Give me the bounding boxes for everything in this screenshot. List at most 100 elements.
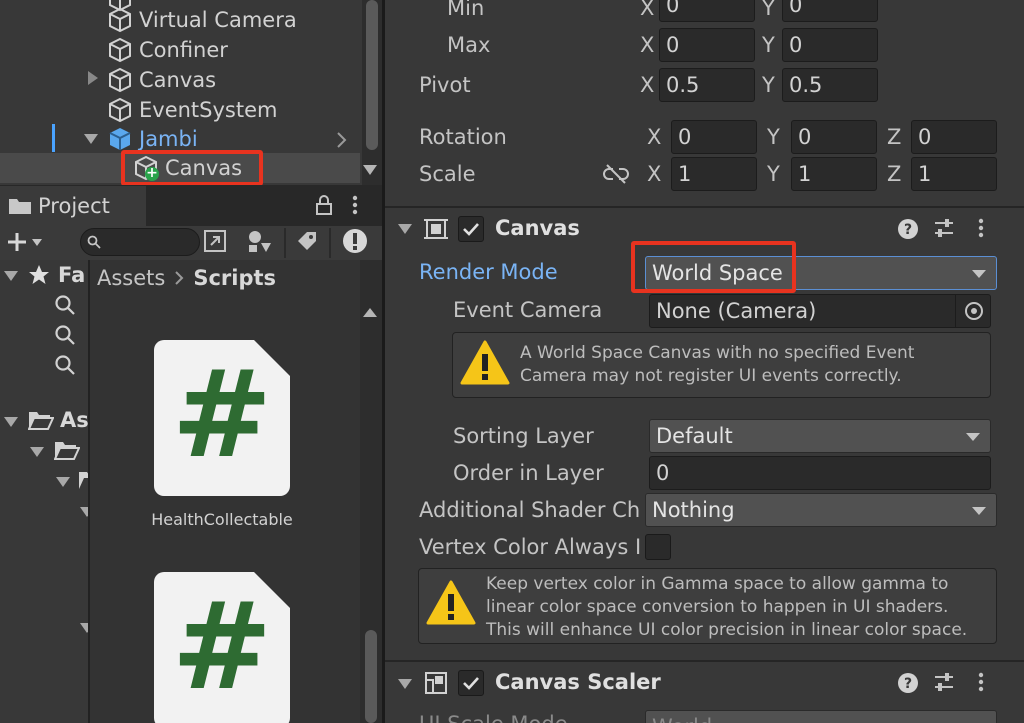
asset-item[interactable]: # HealthCollectable	[130, 338, 330, 538]
scroll-down-icon[interactable]	[363, 165, 377, 175]
open-window-icon[interactable]	[203, 229, 227, 253]
collapse-arrow-icon[interactable]	[30, 447, 44, 457]
svg-text:?: ?	[904, 676, 912, 692]
more-options-icon[interactable]	[350, 194, 360, 216]
event-camera-label: Event Camera	[453, 298, 603, 322]
toolbar-separator	[284, 228, 286, 258]
rotation-z-field[interactable]: 0	[911, 120, 997, 154]
breadcrumb-current[interactable]: Scripts	[193, 266, 276, 290]
canvas-scaler-title: Canvas Scaler	[495, 670, 661, 694]
project-scroll-thumb[interactable]	[365, 630, 377, 723]
filter-by-type-icon[interactable]	[247, 229, 273, 253]
rotation-x-field[interactable]: 0	[671, 120, 757, 154]
hierarchy-item-confiner[interactable]: Confiner	[107, 35, 228, 65]
script-glyph: #	[171, 346, 273, 485]
order-in-layer-field[interactable]: 0	[649, 456, 991, 490]
highlight-box-hierarchy-canvas	[121, 150, 263, 186]
filter-by-label-icon[interactable]	[296, 230, 318, 252]
assets-label[interactable]: As	[60, 408, 88, 432]
vertex-color-info-text: Keep vertex color in Gamma space to allo…	[486, 574, 968, 640]
hierarchy-item-eventsystem[interactable]: EventSystem	[107, 95, 277, 125]
expand-arrow-icon[interactable]	[88, 71, 98, 85]
breadcrumb-root[interactable]: Assets	[97, 266, 165, 290]
search-icon[interactable]	[54, 354, 76, 376]
warning-icon	[460, 340, 510, 385]
collapse-arrow-icon[interactable]	[80, 623, 88, 633]
axis-y-label[interactable]: Y	[762, 33, 775, 57]
asset-item[interactable]: #	[130, 570, 330, 723]
object-picker-icon[interactable]	[963, 300, 985, 322]
lock-icon[interactable]	[314, 194, 334, 216]
rotation-y-field[interactable]: 0	[791, 120, 877, 154]
folder-open-icon	[79, 472, 88, 489]
preset-sliders-icon[interactable]	[933, 671, 955, 693]
scale-label: Scale	[419, 162, 476, 186]
hierarchy-item-virtual-camera[interactable]: Virtual Camera	[107, 5, 297, 35]
favorites-label[interactable]: Fa	[58, 263, 85, 287]
collapse-arrow-icon[interactable]	[398, 679, 412, 689]
help-icon[interactable]: ?	[897, 218, 919, 240]
collapse-arrow-icon[interactable]	[398, 224, 412, 234]
scale-y-field[interactable]: 1	[791, 157, 877, 191]
create-button[interactable]	[6, 228, 54, 256]
axis-x-label[interactable]: X	[647, 162, 661, 186]
axis-y-label[interactable]: Y	[762, 73, 775, 97]
search-icon[interactable]	[54, 294, 76, 316]
axis-x-label[interactable]: X	[647, 125, 661, 149]
highlight-box-render-mode	[631, 241, 796, 293]
anchor-min-x-field[interactable]: 0	[659, 0, 755, 22]
search-icon	[87, 235, 101, 249]
gameobject-icon	[109, 67, 131, 93]
axis-x-label[interactable]: X	[640, 0, 654, 20]
more-options-icon[interactable]	[976, 217, 986, 239]
axis-y-label[interactable]: Y	[767, 162, 780, 186]
canvas-scaler-icon	[425, 672, 447, 694]
more-options-icon[interactable]	[976, 671, 986, 693]
constrain-proportions-icon[interactable]	[603, 163, 629, 185]
sorting-layer-dropdown[interactable]: Default	[649, 419, 991, 453]
ui-scale-mode-dropdown[interactable]: World	[645, 710, 997, 723]
preset-sliders-icon[interactable]	[933, 217, 955, 239]
hierarchy-scroll-thumb[interactable]	[366, 0, 378, 150]
hierarchy-item-canvas[interactable]: Canvas	[107, 65, 216, 95]
anchor-max-x-field[interactable]: 0	[659, 28, 755, 62]
anchor-min-y-field[interactable]: 0	[782, 0, 878, 22]
prefab-indicator-bar	[52, 124, 55, 152]
axis-y-label[interactable]: Y	[762, 0, 775, 20]
canvas-scaler-enabled-checkbox[interactable]	[458, 670, 484, 696]
vertex-color-checkbox[interactable]	[645, 534, 671, 560]
axis-x-label[interactable]: X	[640, 73, 654, 97]
axis-z-label[interactable]: Z	[887, 162, 901, 186]
collapse-arrow-icon[interactable]	[56, 477, 70, 487]
project-search-input[interactable]	[80, 228, 200, 256]
collapse-arrow-icon[interactable]	[84, 134, 98, 144]
scroll-up-icon[interactable]	[363, 308, 377, 317]
scale-z-field[interactable]: 1	[911, 157, 997, 191]
collapse-arrow-icon[interactable]	[4, 417, 18, 427]
collapse-arrow-icon[interactable]	[4, 271, 18, 281]
anchor-max-y-field[interactable]: 0	[782, 28, 878, 62]
canvas-component-icon	[424, 219, 448, 239]
search-icon[interactable]	[54, 324, 76, 346]
breadcrumb: Assets Scripts	[97, 266, 276, 290]
axis-z-label[interactable]: Z	[887, 125, 901, 149]
axis-y-label[interactable]: Y	[767, 125, 780, 149]
hierarchy-item-label: Canvas	[139, 68, 217, 92]
warning-icon	[426, 580, 476, 625]
chevron-right-icon[interactable]	[335, 130, 349, 150]
warning-filter-icon[interactable]	[342, 228, 368, 254]
shader-channels-value: Nothing	[652, 498, 735, 522]
folder-icon	[9, 199, 31, 214]
canvas-enabled-checkbox[interactable]	[458, 216, 484, 242]
shader-channels-dropdown[interactable]: Nothing	[645, 493, 997, 527]
pivot-x-field[interactable]: 0.5	[659, 68, 755, 102]
pivot-y-field[interactable]: 0.5	[782, 68, 878, 102]
project-tab[interactable]: Project	[0, 186, 146, 226]
scale-x-field[interactable]: 1	[671, 157, 757, 191]
axis-x-label[interactable]: X	[640, 33, 654, 57]
collapse-arrow-icon[interactable]	[80, 507, 88, 517]
sorting-layer-value: Default	[656, 424, 733, 448]
event-camera-field[interactable]: None (Camera)	[649, 294, 991, 328]
help-icon[interactable]: ?	[897, 672, 919, 694]
anchor-min-label: Min	[447, 0, 485, 20]
